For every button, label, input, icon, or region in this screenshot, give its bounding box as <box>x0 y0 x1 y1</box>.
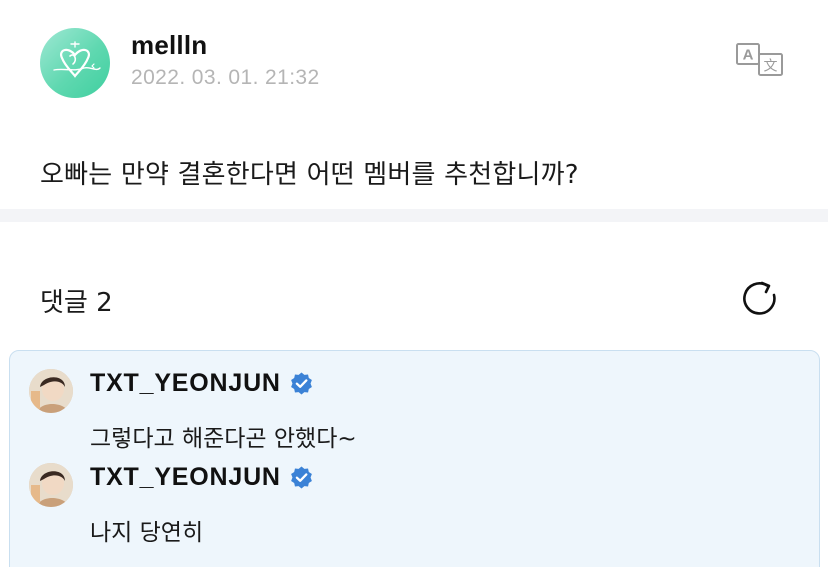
heart-doodle-icon <box>53 41 101 78</box>
comment-text: 그렇다고 해준다곤 안했다~ <box>90 426 357 452</box>
comments-count-label: 댓글 2 <box>40 288 113 318</box>
verified-badge-icon <box>290 466 312 489</box>
svg-text:文: 文 <box>764 59 778 75</box>
user-photo-icon <box>29 369 73 413</box>
comment-author-label: TXT_YEONJUN <box>90 369 281 397</box>
translate-button[interactable]: A 文 <box>734 40 786 80</box>
comment-author-label: TXT_YEONJUN <box>90 463 281 491</box>
section-divider <box>0 209 828 222</box>
post-detail-page: mellln 2022. 03. 01. 21:32 A 文 오빠는 만약 결혼… <box>0 0 828 567</box>
verified-badge-icon <box>290 372 312 395</box>
comment-author-name[interactable]: TXT_YEONJUN <box>90 369 314 398</box>
user-photo-icon <box>29 463 73 507</box>
post-author-avatar[interactable] <box>40 28 110 98</box>
comment-author-avatar[interactable] <box>29 463 73 507</box>
translate-icon: A 文 <box>736 43 783 76</box>
comment-author-avatar[interactable] <box>29 369 73 413</box>
post-author-name[interactable]: mellln <box>131 30 207 61</box>
refresh-button[interactable] <box>740 279 782 319</box>
post-timestamp: 2022. 03. 01. 21:32 <box>131 66 320 89</box>
highlighted-comment-thread: TXT_YEONJUN 그렇다고 해준다곤 안했다~ TXT_YEONJUN 나… <box>9 350 820 567</box>
refresh-icon <box>743 281 776 315</box>
post-body-text: 오빠는 만약 결혼한다면 어떤 멤버를 추천합니까? <box>40 160 579 190</box>
svg-text:A: A <box>743 47 754 64</box>
comment-text: 나지 당연히 <box>90 520 204 546</box>
comment-author-name[interactable]: TXT_YEONJUN <box>90 463 314 492</box>
